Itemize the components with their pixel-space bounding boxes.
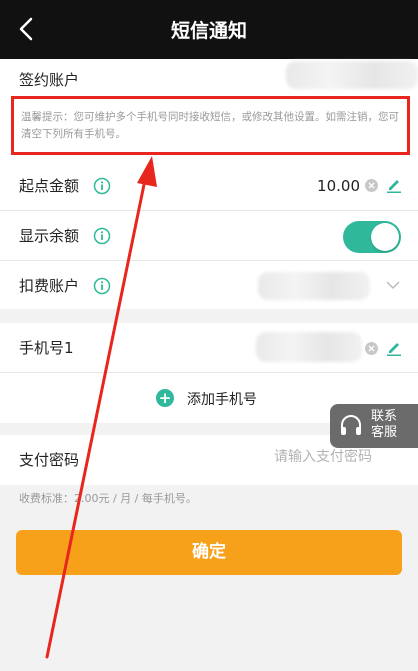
start-amount-label: 起点金额 [19, 177, 80, 195]
page-title: 短信通知 [170, 20, 247, 42]
show-balance-row: 显示余额 [0, 211, 418, 261]
phone-card: 手机号1 [0, 323, 418, 373]
confirm-button[interactable]: 确定 [16, 530, 402, 575]
info-icon[interactable] [93, 177, 111, 195]
account-value-masked [286, 61, 418, 89]
start-amount-value[interactable]: 10.00 [317, 177, 360, 195]
debit-account-label: 扣费账户 [19, 277, 80, 295]
start-amount-row: 起点金额 10.00 [0, 161, 418, 211]
top-bar: 短信通知 [0, 0, 418, 59]
payment-password-input[interactable] [274, 449, 414, 465]
edit-icon[interactable] [386, 340, 402, 356]
debit-account-row[interactable]: 扣费账户 [0, 261, 418, 311]
clear-icon[interactable] [365, 342, 378, 355]
show-balance-toggle[interactable] [343, 221, 401, 253]
customer-service-button[interactable]: 联系 客服 [330, 404, 418, 448]
tip-text: 温馨提示：您可维护多个手机号同时接收短信，或修改其他设置。如需注销，您可清空下列… [21, 111, 399, 140]
phone-value-masked[interactable] [256, 332, 362, 362]
debit-account-value-masked [258, 272, 370, 300]
settings-card: 起点金额 10.00 显示余额 扣费账户 [0, 161, 418, 309]
signed-account-label: 签约账户 [19, 71, 80, 89]
fee-note: 收费标准：2.00元 / 月 / 每手机号。 [19, 492, 197, 505]
phone-row: 手机号1 [0, 323, 418, 373]
toggle-knob [371, 223, 399, 251]
payment-password-label: 支付密码 [19, 451, 80, 469]
tip-box: 温馨提示：您可维护多个手机号同时接收短信，或修改其他设置。如需注销，您可清空下列… [11, 96, 410, 155]
phone-label: 手机号1 [19, 339, 74, 357]
info-icon[interactable] [93, 277, 111, 295]
plus-icon: + [156, 389, 174, 407]
headset-icon [341, 415, 361, 435]
chevron-down-icon[interactable] [386, 280, 400, 290]
info-icon[interactable] [93, 227, 111, 245]
clear-icon[interactable] [365, 179, 378, 192]
add-phone-label: 添加手机号 [187, 392, 257, 408]
edit-icon[interactable] [386, 177, 402, 193]
customer-service-label: 联系 客服 [371, 409, 398, 440]
show-balance-label: 显示余额 [19, 227, 80, 245]
